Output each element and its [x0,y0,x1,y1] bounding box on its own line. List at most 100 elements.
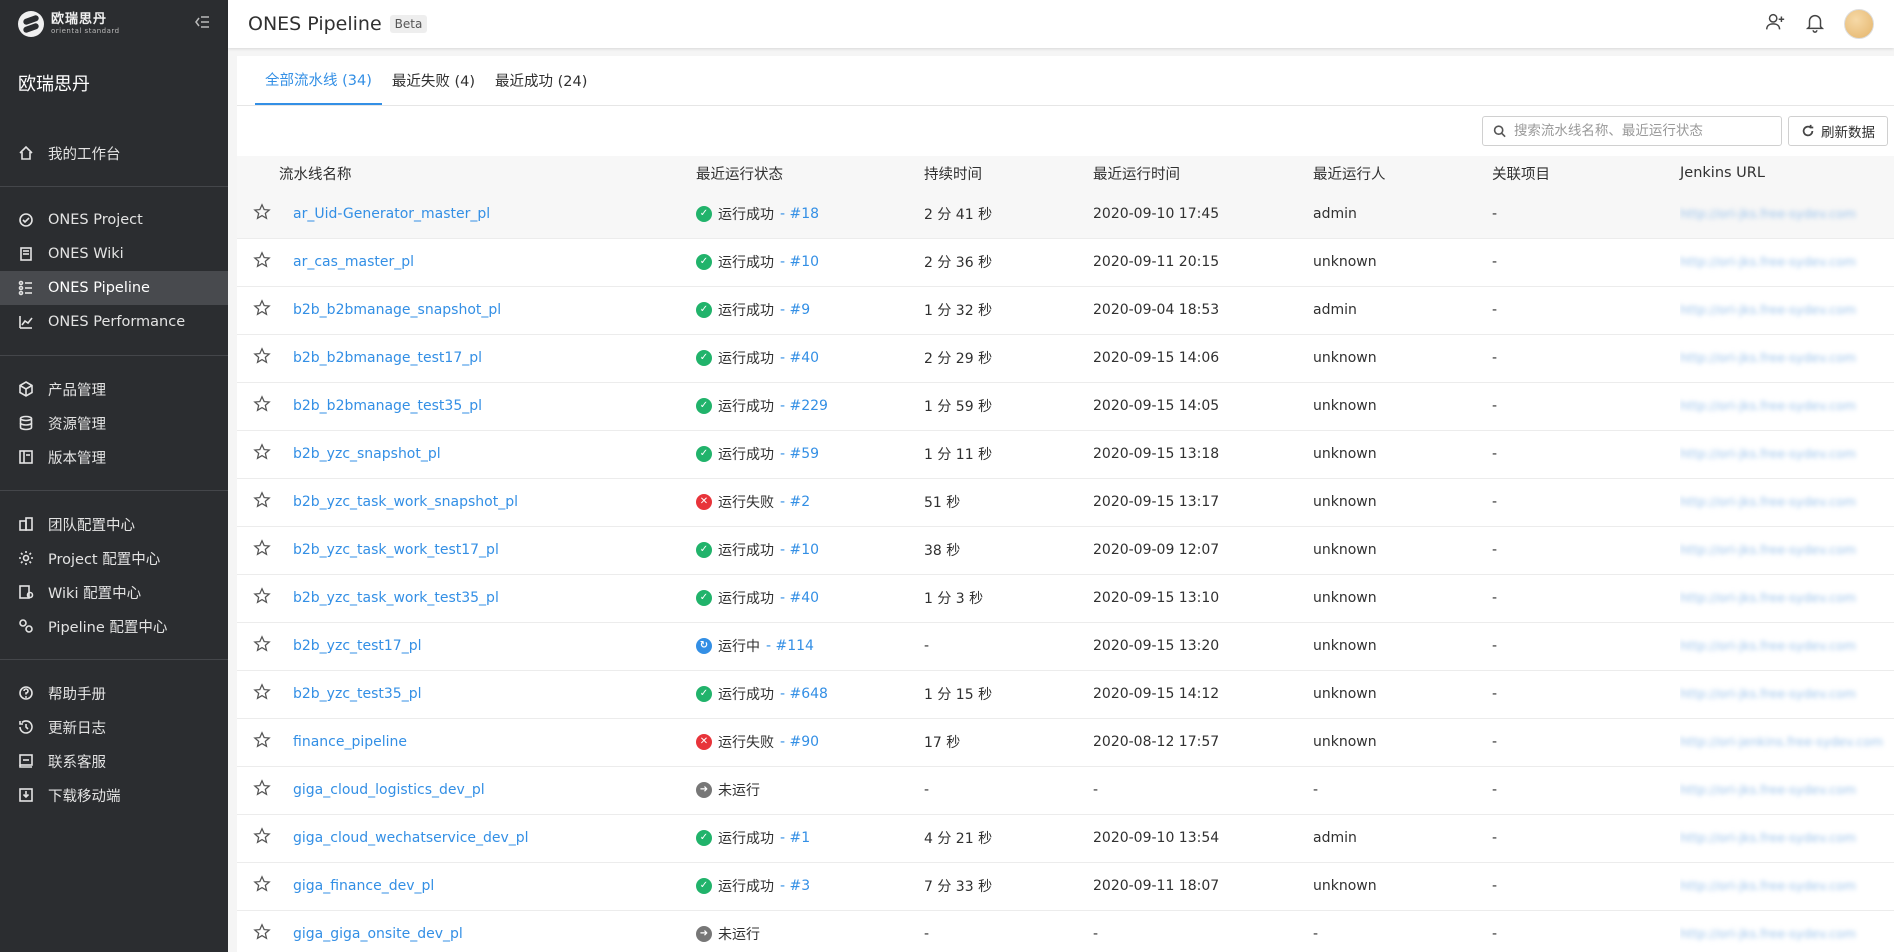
jenkins-url-link[interactable]: http://ori-jks.free-sydev.com [1680,206,1856,221]
table-row[interactable]: giga_cloud_logistics_dev_pl ➜ 未运行 - - - - http:… [237,766,1894,814]
pipeline-name-link[interactable]: finance_pipeline [279,734,407,750]
run-number-link[interactable]: - #2 [780,494,810,510]
pipeline-name-link[interactable]: giga_cloud_logistics_dev_pl [279,782,485,798]
user-avatar[interactable] [1844,9,1874,39]
jenkins-url-link[interactable]: http://ori-jks.free-sydev.com [1680,782,1856,797]
pipeline-name-link[interactable]: ar_Uid-Generator_master_pl [279,206,490,222]
table-row[interactable]: b2b_b2bmanage_snapshot_pl ✓ 运行成功 - #9 1 分 32… [237,286,1894,334]
sidebar-item[interactable]: 下载移动端 [0,778,228,812]
pipeline-name-link[interactable]: ar_cas_master_pl [279,254,414,270]
pipeline-name-link[interactable]: b2b_yzc_task_work_snapshot_pl [279,494,518,510]
jenkins-url-link[interactable]: http://ori-jenkins.free-sydev.com [1680,734,1883,749]
pipeline-name-link[interactable]: b2b_b2bmanage_test35_pl [279,398,482,414]
sidebar-item[interactable]: ONES Wiki [0,237,228,271]
table-row[interactable]: giga_giga_onsite_dev_pl ➜ 未运行 - - - - http://or… [237,910,1894,952]
run-number-link[interactable]: - #59 [780,446,819,462]
run-number-link[interactable]: - #40 [780,590,819,606]
run-number-link[interactable]: - #3 [780,878,810,894]
run-number-link[interactable]: - #40 [780,350,819,366]
star-icon[interactable] [253,491,271,509]
run-number-link[interactable]: - #18 [780,206,819,222]
sidebar-item[interactable]: 我的工作台 [0,136,228,170]
sidebar-item[interactable]: ONES Project [0,203,228,237]
table-row[interactable]: b2b_yzc_task_work_snapshot_pl ✕ 运行失败 - #2 51… [237,478,1894,526]
table-row[interactable]: giga_cloud_wechatservice_dev_pl ✓ 运行成功 - #1… [237,814,1894,862]
jenkins-url-link[interactable]: http://ori-jks.free-sydev.com [1680,302,1856,317]
sidebar-item[interactable]: Wiki 配置中心 [0,575,228,609]
table-row[interactable]: ar_cas_master_pl ✓ 运行成功 - #10 2 分 36 秒 2020-0… [237,238,1894,286]
pipeline-name-link[interactable]: b2b_yzc_task_work_test17_pl [279,542,499,558]
logo[interactable]: 欧瑞思丹 oriental standard [18,11,120,37]
star-icon[interactable] [253,875,271,893]
jenkins-url-link[interactable]: http://ori-jks.free-sydev.com [1680,542,1856,557]
run-number-link[interactable]: - #9 [780,302,810,318]
pipeline-name-link[interactable]: b2b_yzc_snapshot_pl [279,446,441,462]
star-icon[interactable] [253,779,271,797]
jenkins-url-link[interactable]: http://ori-jks.free-sydev.com [1680,638,1856,653]
table-row[interactable]: b2b_yzc_test17_pl ↻ 运行中 - #114 - 2020-09-15 1… [237,622,1894,670]
star-icon[interactable] [253,443,271,461]
sidebar-item[interactable]: Project 配置中心 [0,541,228,575]
table-row[interactable]: b2b_yzc_task_work_test17_pl ✓ 运行成功 - #10 38 … [237,526,1894,574]
run-number-link[interactable]: - #648 [780,686,828,702]
jenkins-url-link[interactable]: http://ori-jks.free-sydev.com [1680,350,1856,365]
star-icon[interactable] [253,635,271,653]
sidebar-item[interactable]: 团队配置中心 [0,507,228,541]
star-icon[interactable] [253,827,271,845]
run-number-link[interactable]: - #90 [780,734,819,750]
sidebar-item[interactable]: ONES Performance [0,305,228,339]
add-member-icon[interactable] [1764,11,1786,37]
sidebar-item[interactable]: 产品管理 [0,372,228,406]
jenkins-url-link[interactable]: http://ori-jks.free-sydev.com [1680,254,1856,269]
tab[interactable]: 最近失败 (4) [382,55,485,105]
table-row[interactable]: b2b_b2bmanage_test17_pl ✓ 运行成功 - #40 2 分 29 … [237,334,1894,382]
jenkins-url-link[interactable]: http://ori-jks.free-sydev.com [1680,830,1856,845]
tab[interactable]: 最近成功 (24) [485,55,597,105]
table-row[interactable]: ar_Uid-Generator_master_pl ✓ 运行成功 - #18 2 分 … [237,190,1894,238]
jenkins-url-link[interactable]: http://ori-jks.free-sydev.com [1680,926,1856,941]
star-icon[interactable] [253,731,271,749]
run-number-link[interactable]: - #1 [780,830,810,846]
table-row[interactable]: giga_finance_dev_pl ✓ 运行成功 - #3 7 分 33 秒 2020… [237,862,1894,910]
sidebar-item[interactable]: 版本管理 [0,440,228,474]
collapse-sidebar-icon[interactable] [194,14,210,34]
star-icon[interactable] [253,395,271,413]
pipeline-name-link[interactable]: giga_cloud_wechatservice_dev_pl [279,830,529,846]
pipeline-name-link[interactable]: b2b_b2bmanage_snapshot_pl [279,302,501,318]
star-icon[interactable] [253,347,271,365]
star-icon[interactable] [253,923,271,941]
sidebar-item[interactable]: 帮助手册 [0,676,228,710]
pipeline-name-link[interactable]: b2b_yzc_task_work_test35_pl [279,590,499,606]
run-number-link[interactable]: - #10 [780,254,819,270]
sidebar-item[interactable]: 联系客服 [0,744,228,778]
run-number-link[interactable]: - #10 [780,542,819,558]
sidebar-item[interactable]: 更新日志 [0,710,228,744]
table-row[interactable]: b2b_b2bmanage_test35_pl ✓ 运行成功 - #229 1 分 59… [237,382,1894,430]
pipeline-name-link[interactable]: b2b_yzc_test35_pl [279,686,422,702]
star-icon[interactable] [253,587,271,605]
sidebar-item[interactable]: ONES Pipeline [0,271,228,305]
star-icon[interactable] [253,251,271,269]
sidebar-item[interactable]: Pipeline 配置中心 [0,609,228,643]
jenkins-url-link[interactable]: http://ori-jks.free-sydev.com [1680,398,1856,413]
table-row[interactable]: b2b_yzc_snapshot_pl ✓ 运行成功 - #59 1 分 11 秒 202… [237,430,1894,478]
search-input[interactable] [1513,123,1771,139]
star-icon[interactable] [253,683,271,701]
star-icon[interactable] [253,299,271,317]
table-row[interactable]: finance_pipeline ✕ 运行失败 - #90 17 秒 2020-08-12… [237,718,1894,766]
pipeline-name-link[interactable]: giga_finance_dev_pl [279,878,434,894]
refresh-button[interactable]: 刷新数据 [1788,116,1888,146]
pipeline-name-link[interactable]: giga_giga_onsite_dev_pl [279,926,463,942]
jenkins-url-link[interactable]: http://ori-jks.free-sydev.com [1680,494,1856,509]
pipeline-name-link[interactable]: b2b_yzc_test17_pl [279,638,422,654]
pipeline-name-link[interactable]: b2b_b2bmanage_test17_pl [279,350,482,366]
tab[interactable]: 全部流水线 (34) [255,55,382,105]
star-icon[interactable] [253,203,271,221]
jenkins-url-link[interactable]: http://ori-jks.free-sydev.com [1680,446,1856,461]
sidebar-item[interactable]: 资源管理 [0,406,228,440]
jenkins-url-link[interactable]: http://ori-jks.free-sydev.com [1680,590,1856,605]
run-number-link[interactable]: - #229 [780,398,828,414]
star-icon[interactable] [253,539,271,557]
jenkins-url-link[interactable]: http://ori-jks.free-sydev.com [1680,878,1856,893]
table-row[interactable]: b2b_yzc_task_work_test35_pl ✓ 运行成功 - #40 1 分… [237,574,1894,622]
